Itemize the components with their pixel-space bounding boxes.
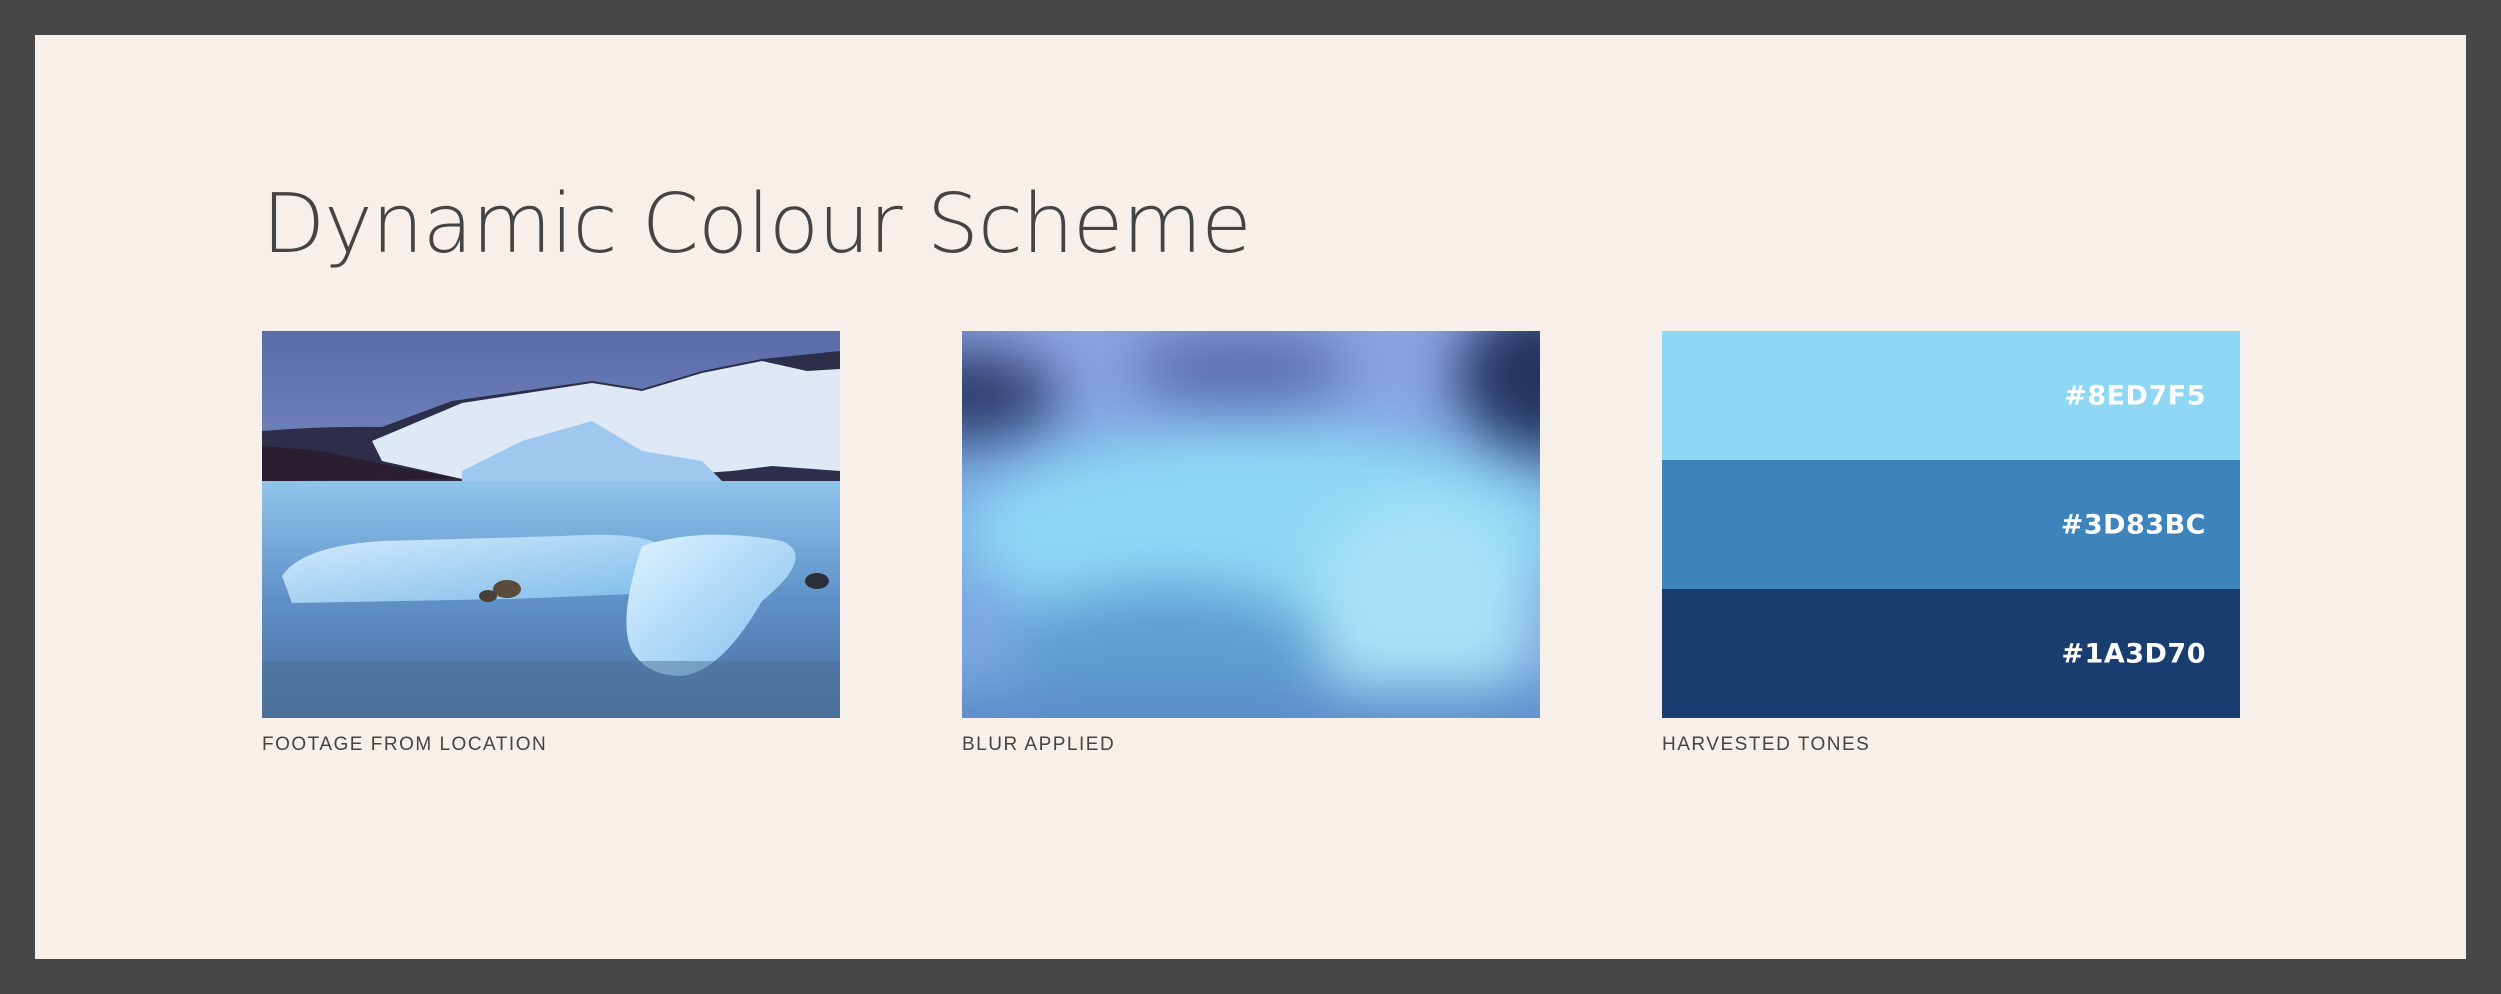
swatch-stack: #8ED7F5 #3D83BC #1A3D70 <box>1662 331 2240 718</box>
caption-blur: BLUR APPLIED <box>962 734 1116 755</box>
blurred-image <box>962 331 1540 718</box>
page-title: Dynamic Colour Scheme <box>262 177 1252 272</box>
swatch-medium: #3D83BC <box>1662 460 2240 589</box>
swatch-hex-label: #8ED7F5 <box>2064 380 2206 411</box>
swatch-light: #8ED7F5 <box>1662 331 2240 460</box>
canvas: Dynamic Colour Scheme #8ED7F5 #3D83BC #1… <box>35 35 2466 959</box>
swatch-dark: #1A3D70 <box>1662 589 2240 718</box>
caption-footage: FOOTAGE FROM LOCATION <box>262 734 548 755</box>
caption-tones: HARVESTED TONES <box>1662 734 1871 755</box>
footage-image <box>262 331 840 718</box>
swatch-hex-label: #1A3D70 <box>2061 638 2206 669</box>
swatch-hex-label: #3D83BC <box>2060 509 2206 540</box>
